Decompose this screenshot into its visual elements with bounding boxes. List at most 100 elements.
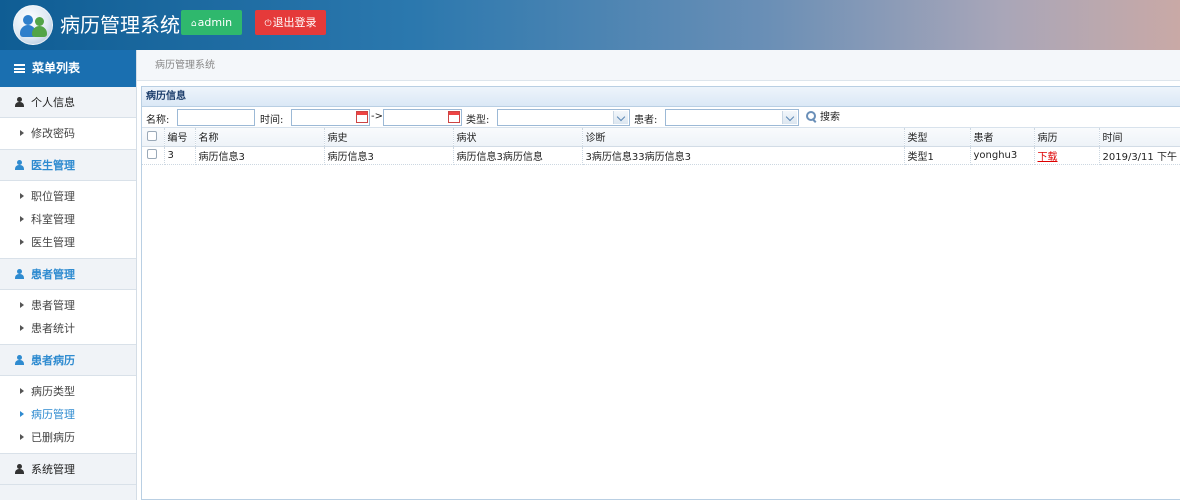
panel-title: 病历信息: [142, 87, 1180, 107]
sidebar-item-record-type[interactable]: 病历类型: [0, 380, 136, 403]
sidebar-item-label: 修改密码: [31, 127, 75, 140]
sidebar-item-patient-stats[interactable]: 患者统计: [0, 317, 136, 340]
logout-label: 退出登录: [272, 16, 317, 29]
cell-patient: yonghu3: [970, 146, 1035, 165]
sidebar-heading: 菜单列表: [0, 50, 136, 87]
sidebar-submenu: 职位管理 科室管理 医生管理: [0, 181, 136, 259]
type-filter-label: 类型:: [466, 115, 490, 126]
column-header[interactable]: 患者: [970, 128, 1035, 147]
app-title: 病历管理系统: [60, 13, 180, 37]
cell-record: 下载: [1034, 146, 1100, 165]
caret-right-icon: [20, 130, 24, 136]
cell-type: 类型1: [904, 146, 971, 165]
sidebar-group-label: 医生管理: [31, 159, 75, 172]
sidebar-item-deleted-records[interactable]: 已删病历: [0, 426, 136, 449]
download-link[interactable]: 下载: [1038, 152, 1058, 163]
caret-right-icon: [20, 325, 24, 331]
cell-diagnosis: 3病历信息33病历信息3: [582, 146, 905, 165]
sidebar-item-label: 病历类型: [31, 385, 75, 398]
logout-button[interactable]: ⏻退出登录: [255, 10, 326, 35]
user-icon: [15, 97, 24, 107]
patient-filter-select[interactable]: [665, 109, 799, 126]
user-icon: [15, 269, 24, 279]
cell-symptoms: 病历信息3病历信息: [453, 146, 583, 165]
cell-time: 2019/3/11 下午: [1099, 146, 1180, 165]
sidebar-group-doctor[interactable]: 医生管理: [0, 150, 136, 181]
search-button-label: 搜索: [820, 112, 840, 123]
menu-list-icon: [14, 64, 25, 73]
column-header[interactable]: 病史: [324, 128, 454, 147]
column-header[interactable]: 类型: [904, 128, 971, 147]
top-header: 病历管理系统 ⌂admin ⏻退出登录: [0, 0, 1180, 50]
column-header[interactable]: 编号: [164, 128, 196, 147]
row-checkbox[interactable]: [142, 146, 165, 165]
patient-filter-label: 患者:: [634, 115, 658, 126]
sidebar-heading-label: 菜单列表: [32, 61, 81, 75]
sidebar-group-label: 患者病历: [31, 354, 75, 367]
sidebar-item-record-manage[interactable]: 病历管理: [0, 403, 136, 426]
cell-name: 病历信息3: [195, 146, 325, 165]
chevron-down-icon[interactable]: [613, 111, 628, 124]
sidebar-item-label: 已删病历: [31, 431, 75, 444]
sidebar-item-position[interactable]: 职位管理: [0, 185, 136, 208]
search-button[interactable]: 搜索: [806, 109, 840, 126]
records-table: 编号 名称 病史 病状 诊断 类型 患者 病历 时间 3 病历信息3 病历信息3…: [142, 128, 1180, 165]
chevron-down-icon[interactable]: [782, 111, 797, 124]
sidebar-item-doctor[interactable]: 医生管理: [0, 231, 136, 254]
sidebar-group-records[interactable]: 患者病历: [0, 345, 136, 376]
name-filter-input[interactable]: [177, 109, 255, 126]
sidebar-item-label: 职位管理: [31, 190, 75, 203]
column-header[interactable]: 病状: [453, 128, 583, 147]
column-header[interactable]: 诊断: [582, 128, 905, 147]
caret-right-icon: [20, 193, 24, 199]
breadcrumb: 病历管理系统: [137, 50, 1180, 81]
user-icon: [15, 355, 24, 365]
calendar-icon[interactable]: [448, 111, 460, 123]
sidebar-group-patient[interactable]: 患者管理: [0, 259, 136, 290]
sidebar-group-label: 患者管理: [31, 268, 75, 281]
end-date-input[interactable]: [383, 109, 462, 126]
time-filter-label: 时间:: [260, 115, 284, 126]
power-icon: ⏻: [264, 19, 272, 29]
sidebar-group-label: 个人信息: [31, 96, 75, 109]
sidebar-group-label: 系统管理: [31, 463, 75, 476]
select-all-checkbox[interactable]: [142, 128, 165, 147]
sidebar-submenu: 修改密码: [0, 118, 136, 150]
cell-history: 病历信息3: [324, 146, 454, 165]
table-header-row: 编号 名称 病史 病状 诊断 类型 患者 病历 时间: [142, 128, 1180, 147]
sidebar-item-label: 科室管理: [31, 213, 75, 226]
filter-toolbar: 名称: 时间: -> 类型: 患者: 搜索: [142, 107, 1180, 128]
column-header[interactable]: 名称: [195, 128, 325, 147]
sidebar-item-label: 病历管理: [31, 408, 75, 421]
records-panel: 病历信息 名称: 时间: -> 类型: 患者: 搜索 编号 名称 病史 病状 诊…: [141, 86, 1180, 500]
date-range-separator: ->: [371, 111, 383, 122]
sidebar-item-department[interactable]: 科室管理: [0, 208, 136, 231]
sidebar: 菜单列表 个人信息 修改密码 医生管理 职位管理 科室管理 医生管理 患者管理 …: [0, 50, 137, 500]
sidebar-item-patient[interactable]: 患者管理: [0, 294, 136, 317]
calendar-icon[interactable]: [356, 111, 368, 123]
caret-right-icon: [20, 216, 24, 222]
caret-right-icon: [20, 411, 24, 417]
caret-right-icon: [20, 302, 24, 308]
table-row[interactable]: 3 病历信息3 病历信息3 病历信息3病历信息 3病历信息33病历信息3 类型1…: [142, 146, 1180, 165]
sidebar-item-label: 患者管理: [31, 299, 75, 312]
app-logo-icon: [13, 5, 53, 45]
caret-right-icon: [20, 239, 24, 245]
home-icon: ⌂: [190, 19, 197, 29]
type-filter-select[interactable]: [497, 109, 630, 126]
column-header[interactable]: 病历: [1034, 128, 1100, 147]
cell-id: 3: [164, 146, 196, 165]
user-icon: [15, 464, 24, 474]
admin-user-label: admin: [197, 16, 233, 29]
sidebar-group-system[interactable]: 系统管理: [0, 454, 136, 485]
sidebar-item-label: 患者统计: [31, 322, 75, 335]
sidebar-item-change-password[interactable]: 修改密码: [0, 122, 136, 145]
user-icon: [15, 160, 24, 170]
breadcrumb-label: 病历管理系统: [155, 60, 215, 71]
column-header[interactable]: 时间: [1099, 128, 1180, 147]
admin-user-button[interactable]: ⌂admin: [181, 10, 242, 35]
start-date-input[interactable]: [291, 109, 370, 126]
search-icon: [806, 111, 816, 121]
sidebar-group-personal[interactable]: 个人信息: [0, 87, 136, 118]
caret-right-icon: [20, 434, 24, 440]
